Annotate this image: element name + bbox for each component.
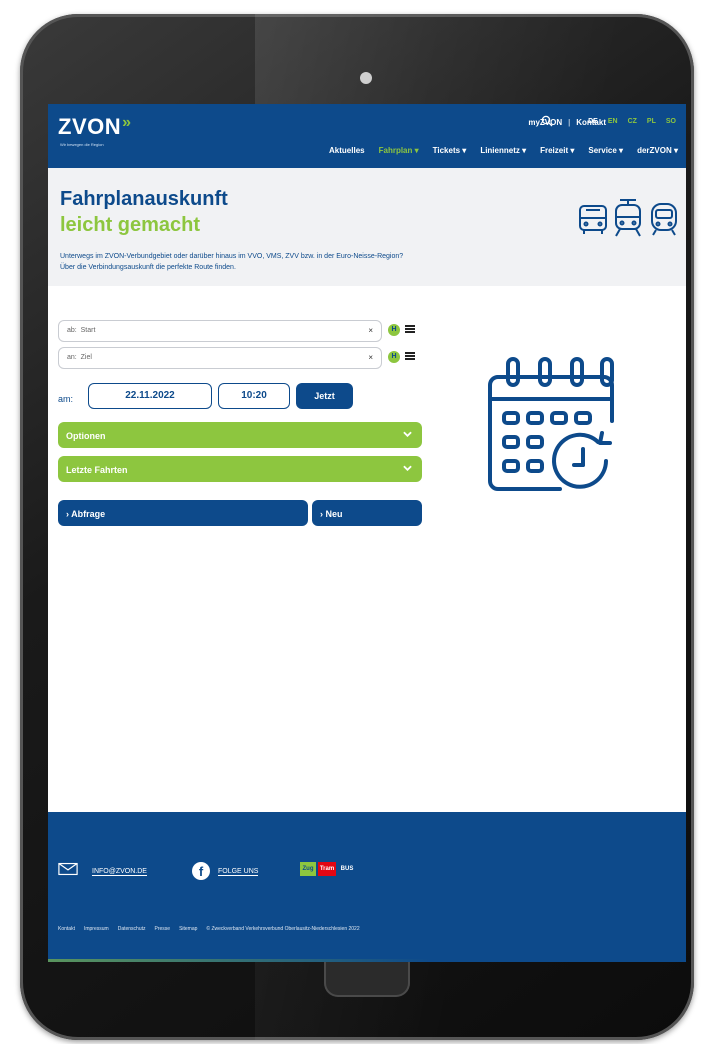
from-input[interactable]: ab: Start × [58,320,382,342]
main-nav: Aktuelles Fahrplan ▾ Tickets ▾ Liniennetz ▾… [315,146,678,155]
stop-picker-to-icon[interactable]: H [388,351,400,363]
footer-link-kontakt[interactable]: Kontakt [58,926,75,932]
new-button[interactable]: › Neu [312,500,422,526]
lang-en[interactable]: EN [608,118,618,125]
train-icon [651,203,677,236]
nav-tickets[interactable]: Tickets ▾ [433,146,467,155]
nav-liniennetz[interactable]: Liniennetz ▾ [480,146,526,155]
footer-link-datenschutz[interactable]: Datenschutz [118,926,146,932]
to-placeholder: Ziel [80,354,92,361]
link-separator: | [568,118,571,127]
calendar-clock-icon [488,357,614,491]
tram-icon [615,199,641,237]
query-button-label: › Abfrage [66,509,106,519]
list-from-icon[interactable] [405,325,415,334]
chevron-down-icon [403,431,412,437]
date-label: am: [58,394,74,404]
copyright: © Zweckverband Verkehrsverbund Oberlausi… [206,926,360,932]
page-title: Fahrplanauskunft [60,188,228,210]
clear-to-icon[interactable]: × [368,353,373,362]
new-button-label: › Neu [320,509,343,519]
intro-line-2: Über die Verbindungsauskunft die perfekt… [60,264,236,271]
camera-dot [360,72,372,84]
hero-section: Fahrplanauskunft leicht gemacht Unterweg… [48,168,686,286]
nav-fahrplan[interactable]: Fahrplan ▾ [379,146,419,155]
query-button[interactable]: › Abfrage [58,500,308,526]
options-accordion[interactable]: Optionen [58,422,422,448]
badge-zug: Zug [300,862,316,876]
facebook-icon[interactable]: f [192,862,210,880]
zvon-logo[interactable]: ZVON» [58,114,132,140]
nav-service[interactable]: Service ▾ [588,146,623,155]
language-switcher: DE EN CZ PL SO [578,118,676,125]
date-input[interactable]: 22.11.2022 [88,383,212,409]
site-footer: INFO@ZVON.DE f FOLGE UNS Zug Tram BUS Ko… [48,812,686,962]
site-header: ZVON» Wir bewegen die Region myZVON | Kont… [48,104,686,168]
now-button[interactable]: Jetzt [296,383,353,409]
intro-line-1: Unterwegs im ZVON-Verbundgebiet oder dar… [60,253,404,260]
lang-cz[interactable]: CZ [628,118,637,125]
options-label: Optionen [66,431,106,441]
to-input[interactable]: an: Ziel × [58,347,382,369]
chevron-down-icon [403,465,412,471]
bus-icon [579,205,607,234]
footer-links: Kontakt Impressum Datenschutz Presse Sitemap… [58,926,369,932]
footer-link-impressum[interactable]: Impressum [84,926,109,932]
recent-trips-accordion[interactable]: Letzte Fahrten [58,456,422,482]
intro-text: Unterwegs im ZVON-Verbundgebiet oder dar… [60,251,580,273]
page-subtitle: leicht gemacht [60,214,201,236]
nav-derzvon[interactable]: derZVON ▾ [637,146,678,155]
logo-text: ZVON [58,114,122,139]
recent-trips-label: Letzte Fahrten [66,465,128,475]
list-to-icon[interactable] [405,352,415,361]
lang-so[interactable]: SO [666,118,676,125]
from-label: ab: Start [67,327,96,334]
mail-icon [58,862,78,876]
logo-tagline: Wir bewegen die Region [60,142,104,147]
badge-tram: Tram [318,862,336,876]
lang-de[interactable]: DE [588,118,598,125]
search-icon[interactable] [541,115,553,127]
footer-link-presse[interactable]: Presse [155,926,171,932]
stop-picker-from-icon[interactable]: H [388,324,400,336]
clear-from-icon[interactable]: × [368,326,373,335]
logo-arrows: » [122,114,132,131]
browser-screen: ZVON» Wir bewegen die Region myZVON | Kont… [48,104,686,962]
from-placeholder: Start [80,327,96,334]
transport-mode-icons [579,199,677,237]
to-label: an: Ziel [67,354,92,361]
footer-stripe [48,959,686,962]
social-link[interactable]: FOLGE UNS [218,868,259,876]
badge-bus: BUS [338,862,356,876]
email-link[interactable]: INFO@ZVON.DE [92,868,147,876]
footer-link-sitemap[interactable]: Sitemap [179,926,197,932]
nav-aktuelles[interactable]: Aktuelles [329,146,365,155]
lang-pl[interactable]: PL [647,118,656,125]
nav-freizeit[interactable]: Freizeit ▾ [540,146,574,155]
time-input[interactable]: 10:20 [218,383,290,409]
